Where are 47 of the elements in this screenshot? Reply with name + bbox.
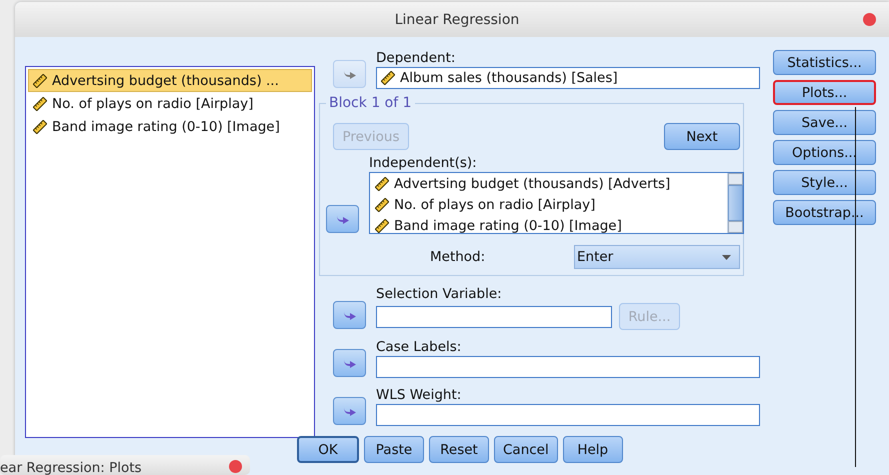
list-item[interactable]: Advertsing budget (thousands) ... [28, 69, 312, 92]
window-title: Linear Regression [394, 12, 520, 28]
dialog-button[interactable]: Save... [773, 110, 876, 135]
dialog-button[interactable]: Help [562, 436, 623, 463]
dialog-button[interactable]: Reset [429, 436, 489, 463]
ruler-icon [33, 96, 47, 110]
move-arrow-button[interactable] [333, 397, 366, 425]
dialog-button[interactable]: Options... [773, 140, 876, 165]
list-item[interactable]: No. of plays on radio [Airplay] [28, 92, 312, 115]
variable-list[interactable]: Advertsing budget (thousands) ... No. of plays on radio [Airplay] Band image rating (0-10) [Image] [25, 66, 315, 438]
caret-icon [722, 254, 731, 260]
dialog-button[interactable]: Paste [364, 436, 424, 463]
move-arrow-button[interactable] [326, 205, 359, 233]
list-item[interactable]: Advertsing budget (thousands) [Adverts] [370, 173, 727, 194]
list-item[interactable]: Band image rating (0-10) [Image] [28, 115, 312, 138]
close-icon[interactable] [863, 13, 876, 26]
field-label: Case Labels: [376, 339, 462, 356]
dialog-button[interactable]: Statistics... [773, 50, 876, 75]
field-label: Method: [430, 249, 486, 265]
dialog-button[interactable]: Cancel [494, 436, 558, 463]
ruler-icon [33, 74, 47, 88]
scrollbar[interactable] [727, 173, 743, 233]
ruler-icon [375, 198, 389, 212]
ruler-icon [33, 120, 47, 134]
method-dropdown[interactable]: Enter [574, 245, 740, 269]
input-field[interactable] [376, 306, 612, 328]
dialog-button[interactable]: Style... [773, 170, 876, 195]
list-item[interactable]: Band image rating (0-10) [Image] [370, 215, 727, 233]
input-field[interactable]: Album sales (thousands) [Sales] [376, 67, 760, 89]
close-icon[interactable] [229, 460, 242, 473]
field-label: Dependent: [376, 50, 456, 67]
input-field[interactable] [376, 404, 760, 426]
ruler-icon [375, 218, 389, 232]
dialog-button[interactable]: Plots... [773, 80, 876, 105]
block-button[interactable]: Next [664, 123, 740, 150]
field-label: Selection Variable: [376, 286, 503, 303]
move-arrow-button[interactable] [333, 301, 366, 329]
dialog-button[interactable]: OK [297, 436, 359, 463]
field-label: Independent(s): [369, 155, 478, 172]
input-field[interactable] [376, 356, 760, 378]
ruler-icon [381, 71, 395, 85]
list-item[interactable]: No. of plays on radio [Airplay] [370, 194, 727, 215]
window-title: ear Regression: Plots [0, 460, 143, 475]
field-label: WLS Weight: [376, 387, 462, 404]
variable-list[interactable]: Advertsing budget (thousands) [Adverts] No. of plays on radio [Airplay] Band image rating (0-10) [Image] [369, 172, 744, 234]
move-arrow-button[interactable] [333, 349, 366, 377]
ruler-icon [375, 176, 389, 190]
